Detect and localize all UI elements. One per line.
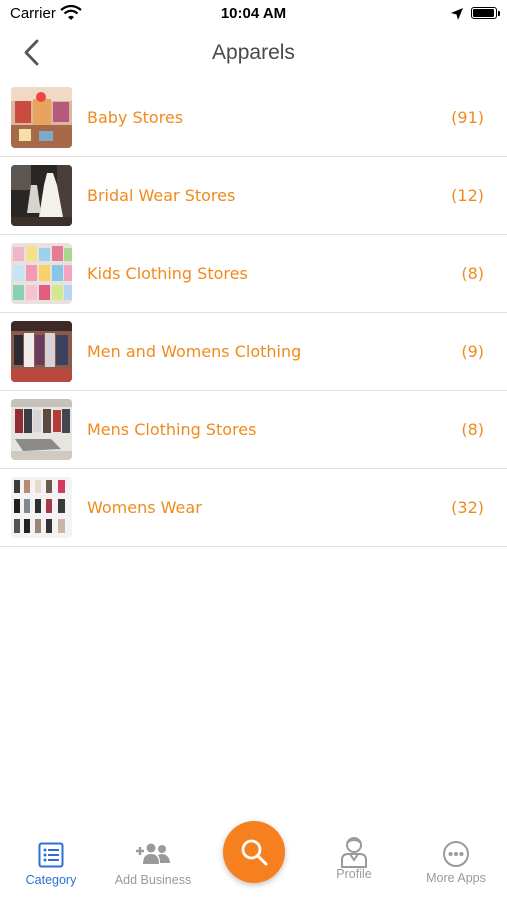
status-bar: Carrier 10:04 AM: [0, 0, 507, 28]
list-item-womens-wear[interactable]: Womens Wear (32): [0, 469, 507, 547]
list-icon: [38, 842, 64, 868]
tab-profile[interactable]: Profile: [304, 837, 404, 900]
status-time: 10:04 AM: [220, 5, 287, 22]
list-item-mens-clothing-stores[interactable]: Mens Clothing Stores (8): [0, 391, 507, 469]
battery-icon: [471, 7, 497, 19]
category-name: Bridal Wear Stores: [87, 186, 236, 205]
list-item-men-and-womens-clothing[interactable]: Men and Womens Clothing (9): [0, 313, 507, 391]
category-count: (32): [451, 498, 484, 517]
page-title: Apparels: [212, 41, 295, 64]
category-name: Baby Stores: [87, 108, 184, 127]
category-name: Kids Clothing Stores: [87, 264, 248, 283]
user-icon: [341, 837, 367, 868]
category-thumbnail: [11, 87, 72, 148]
search-button[interactable]: [223, 821, 285, 883]
category-list: Baby Stores (91) Bridal Wear Stores (12): [0, 79, 507, 547]
list-item-kids-clothing-stores[interactable]: Kids Clothing Stores (8): [0, 235, 507, 313]
category-thumbnail: [11, 399, 72, 460]
category-name: Womens Wear: [87, 498, 202, 517]
category-count: (91): [451, 108, 484, 127]
category-thumbnail: [11, 165, 72, 226]
list-item-baby-stores[interactable]: Baby Stores (91): [0, 79, 507, 157]
add-users-icon: [136, 843, 170, 864]
category-thumbnail: [11, 477, 72, 538]
navigation-bar: Apparels: [0, 28, 507, 78]
category-count: (8): [461, 420, 484, 439]
search-icon: [241, 839, 268, 866]
battery-nub: [498, 11, 500, 16]
tab-label: Profile: [336, 867, 372, 881]
list-item-bridal-wear-stores[interactable]: Bridal Wear Stores (12): [0, 157, 507, 235]
tab-label: Category: [25, 873, 77, 887]
category-count: (12): [451, 186, 484, 205]
category-name: Men and Womens Clothing: [87, 342, 302, 361]
tab-more-apps[interactable]: More Apps: [406, 841, 506, 900]
category-count: (8): [461, 264, 484, 283]
category-thumbnail: [11, 321, 72, 382]
category-thumbnail: [11, 243, 72, 304]
more-icon: [443, 841, 469, 867]
tab-category[interactable]: Category: [1, 842, 101, 900]
tab-label: Add Business: [114, 873, 192, 887]
tab-label: More Apps: [426, 871, 486, 885]
category-name: Mens Clothing Stores: [87, 420, 257, 439]
location-arrow-icon: [451, 8, 463, 20]
category-count: (9): [461, 342, 484, 361]
tab-add-business[interactable]: Add Business: [103, 842, 203, 900]
